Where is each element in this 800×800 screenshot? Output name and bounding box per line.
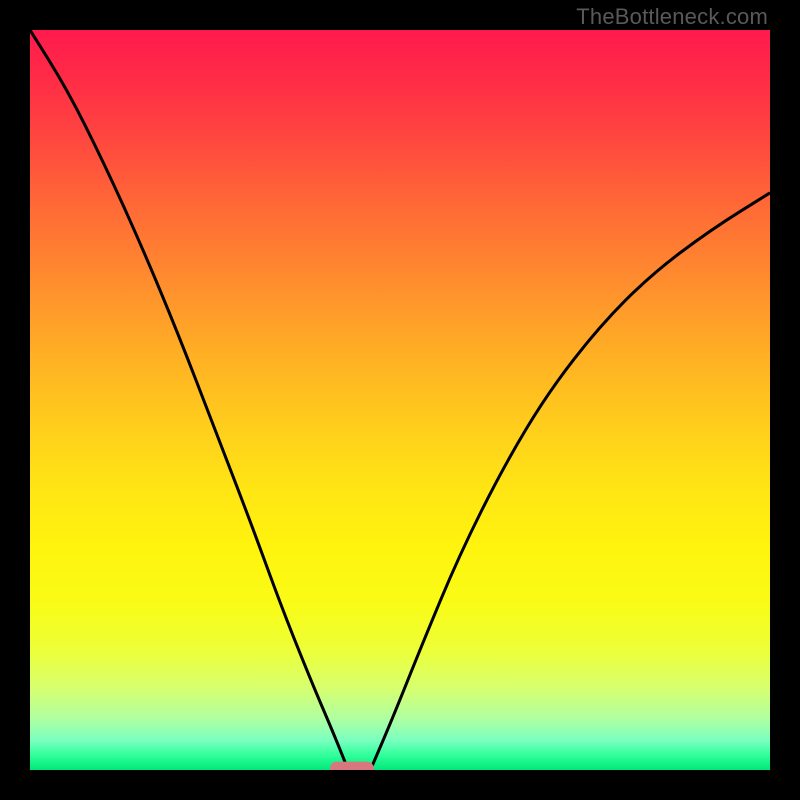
right-curve (370, 193, 770, 770)
curves-svg (30, 30, 770, 770)
watermark-text: TheBottleneck.com (576, 4, 768, 30)
plot-area (30, 30, 770, 770)
bottleneck-marker (330, 762, 374, 770)
outer-frame: TheBottleneck.com (0, 0, 800, 800)
left-curve (30, 30, 348, 770)
